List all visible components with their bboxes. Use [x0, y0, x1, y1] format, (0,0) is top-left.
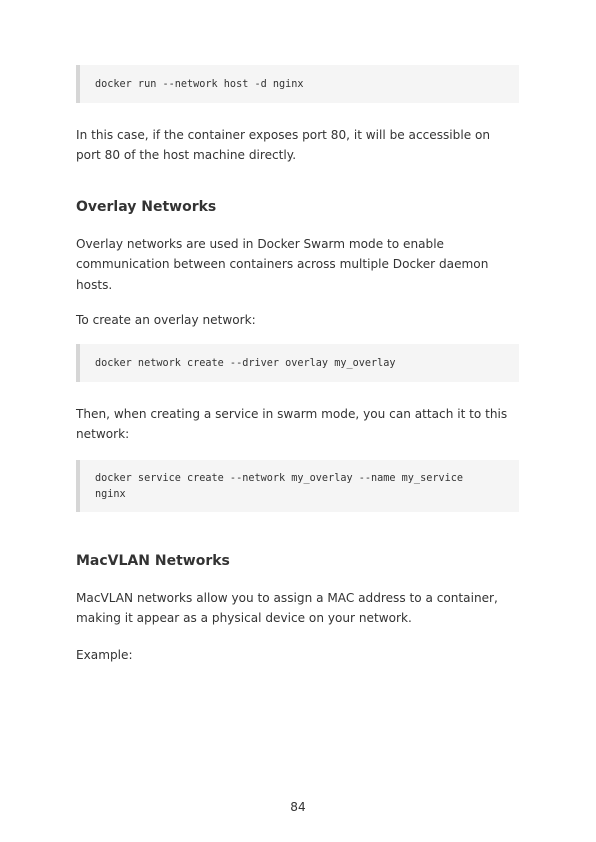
paragraph-overlay-intro: Overlay networks are used in Docker Swar… [76, 237, 489, 292]
heading-macvlan-networks: MacVLAN Networks [76, 553, 230, 569]
paragraph-create-overlay: To create an overlay network: [76, 313, 256, 327]
code-block-service-create: docker service create --network my_overl… [76, 460, 519, 512]
paragraph-macvlan-intro: MacVLAN networks allow you to assign a M… [76, 591, 498, 626]
paragraph-attach-service: Then, when creating a service in swarm m… [76, 407, 508, 442]
paragraph-example-label: Example: [76, 648, 133, 662]
page-number: 84 [290, 800, 306, 814]
paragraph-host-explanation: In this case, if the container exposes p… [76, 128, 491, 163]
code-block-network-create: docker network create --driver overlay m… [76, 344, 519, 382]
code-block-host-network: docker run --network host -d nginx [76, 65, 519, 103]
heading-overlay-networks: Overlay Networks [76, 199, 217, 215]
